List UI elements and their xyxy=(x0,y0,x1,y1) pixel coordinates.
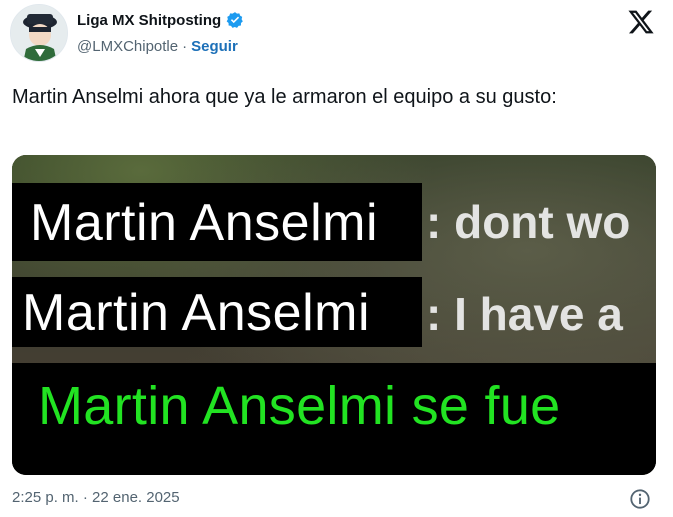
avatar[interactable] xyxy=(10,4,68,62)
info-icon[interactable] xyxy=(629,488,651,510)
tweet-timestamp[interactable]: 2:25 p. m. · 22 ene. 2025 xyxy=(12,489,180,506)
meme-line-2-suffix: : I have a xyxy=(426,288,623,340)
verified-badge-icon xyxy=(226,11,244,29)
meme-line-2: Martin Anselmi xyxy=(22,284,370,342)
avatar-image xyxy=(11,5,67,61)
name-row: Liga MX Shitposting xyxy=(77,11,244,29)
separator: · xyxy=(182,38,188,55)
x-logo-icon[interactable] xyxy=(627,8,655,36)
tweet-media-image[interactable]: Martin Anselmi : dont wo Martin Anselmi … xyxy=(12,155,656,475)
meme-line-3: Martin Anselmi se fue xyxy=(38,376,561,436)
tweet-text: Martin Anselmi ahora que ya le armaron e… xyxy=(12,86,557,108)
tweet-header: Liga MX Shitposting @LMXChipotle · Segui… xyxy=(10,4,663,64)
follow-button[interactable]: Seguir xyxy=(191,38,238,55)
meme-line-1-suffix: : dont wo xyxy=(426,196,631,248)
meme-line-1: Martin Anselmi xyxy=(30,194,378,252)
handle-row: @LMXChipotle · Seguir xyxy=(77,38,238,55)
handle[interactable]: @LMXChipotle xyxy=(77,38,178,55)
display-name[interactable]: Liga MX Shitposting xyxy=(77,12,221,29)
